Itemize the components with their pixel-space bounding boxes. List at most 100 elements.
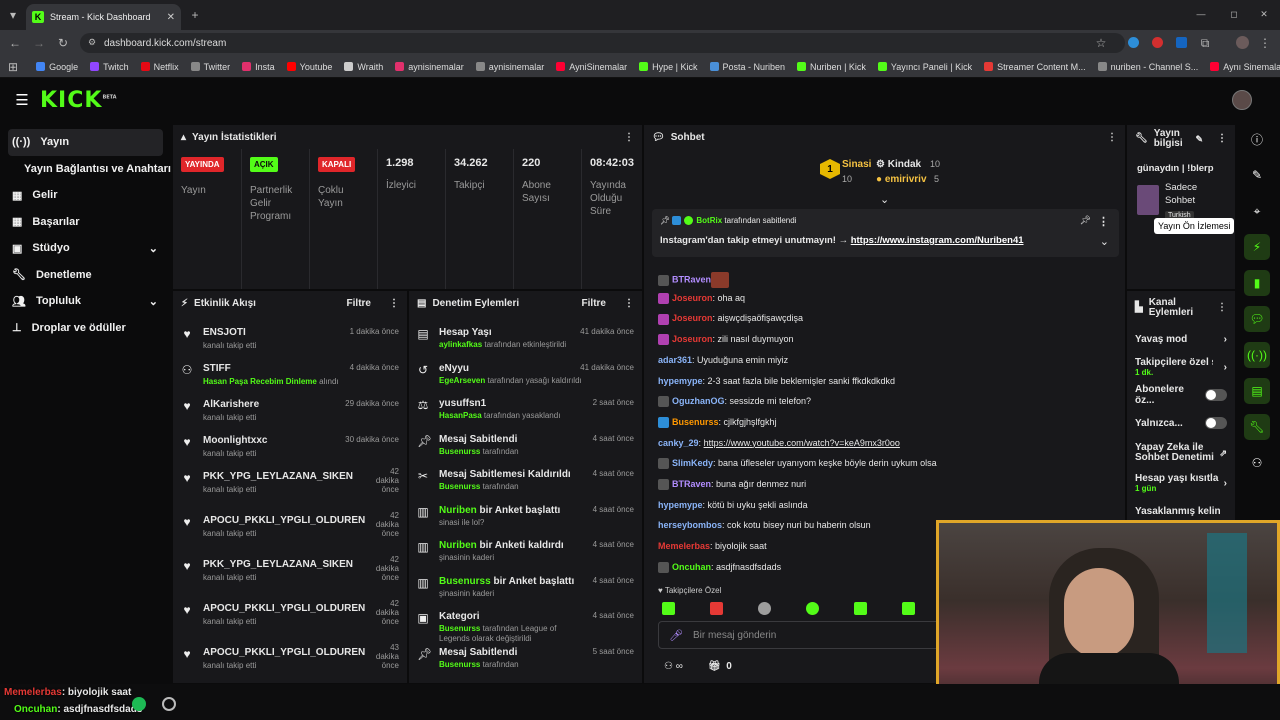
profile-avatar[interactable]	[1236, 36, 1249, 49]
mod-action-item[interactable]: ▤ Hesap Yaşı aylinkafkas tarafından etkinl…	[417, 327, 634, 350]
more-options-icon[interactable]: ⋮	[624, 298, 634, 309]
top-gifter-name[interactable]: Sinasi	[842, 159, 871, 170]
more-options-icon[interactable]: ⋮	[1217, 134, 1227, 144]
filter-button[interactable]: Filtre	[582, 298, 606, 309]
mod-action-item[interactable]: 📌︎ Mesaj Sabitlendi Busenurss tarafından 4 …	[417, 434, 634, 457]
bookmark-item[interactable]: Google	[36, 62, 78, 72]
sidebar-item-basarilar[interactable]: ▦ Başarılar	[0, 209, 172, 236]
minimize-icon[interactable]: —	[1195, 8, 1207, 20]
chat-username[interactable]: Oncuhan	[672, 562, 711, 572]
chat-username[interactable]: hypemype	[658, 500, 703, 510]
activity-item[interactable]: ♥ ENSJOTI kanalı takip etti 1 dakika önce	[181, 327, 399, 350]
chat-text[interactable]: https://www.youtube.com/watch?v=keA9mx3r…	[704, 438, 900, 448]
reload-icon[interactable]: ↻	[56, 36, 70, 50]
mod-action-item[interactable]: ▥ Busenurss bir Anket başlattı şinasinin k…	[417, 576, 634, 599]
chat-message[interactable]: hypemype: 2-3 saat fazla bile beklemişle…	[658, 376, 895, 386]
spotify-taskbar-icon[interactable]	[132, 697, 146, 711]
community-tile-icon[interactable]: ⚇	[1244, 450, 1270, 476]
microphone-icon[interactable]: 🎤︎	[669, 629, 683, 642]
followers-only-row[interactable]: Takipçilere özel s1 dk. ›	[1127, 353, 1235, 381]
mod-action-item[interactable]: ▣ Kategori Busenurss tarafından League of …	[417, 611, 634, 644]
forward-icon[interactable]: →	[32, 36, 46, 50]
more-options-icon[interactable]: ⋮	[624, 132, 634, 143]
sidebar-item-yayin[interactable]: ((·)) Yayın	[8, 129, 163, 156]
chat-username[interactable]: herseybombos	[658, 520, 722, 530]
top-gifter-name[interactable]: ● emirivriv	[876, 174, 927, 185]
emote-icon[interactable]	[854, 602, 867, 615]
account-age-row[interactable]: Hesap yaşı kısıtla 1 gün ›	[1127, 469, 1235, 497]
chat-message[interactable]: SlimKedy: bana üfleseler uyanıyom keşke …	[658, 458, 937, 470]
subscribers-only-toggle[interactable]	[1205, 389, 1227, 401]
mod-action-item[interactable]: ⚖ yusuffsn1 HasanPasa tarafından yasakland…	[417, 398, 634, 421]
bookmark-star-icon[interactable]: ☆	[1094, 36, 1108, 50]
new-tab-icon[interactable]: +	[188, 8, 202, 22]
site-info-icon[interactable]: ⚙	[86, 36, 98, 48]
settings-taskbar-icon[interactable]	[162, 697, 176, 711]
chat-gift-counter[interactable]: 🎁︎ 0	[708, 661, 732, 672]
bookmark-item[interactable]: Yayıncı Paneli | Kick	[877, 62, 972, 72]
mod-action-item[interactable]: ✂ Mesaj Sabitlemesi Kaldırıldı Busenurss t…	[417, 469, 634, 492]
chat-username[interactable]: BTRaven	[672, 274, 711, 284]
chat-message[interactable]: Joseuron: zili nasıl duymuyon	[658, 334, 794, 346]
pinned-link[interactable]: https://www.instagram.com/Nuriben41	[851, 235, 1024, 246]
bookmark-item[interactable]: Hype | Kick	[639, 62, 698, 72]
more-options-icon[interactable]: ⋮	[1217, 303, 1227, 313]
subscribers-only-row[interactable]: Abonelere öz...	[1127, 381, 1235, 409]
extensions-puzzle-icon[interactable]: ⧉	[1198, 36, 1212, 50]
stats-tile-icon[interactable]: ▮	[1244, 270, 1270, 296]
activity-item[interactable]: ⚇ STIFF Hasan Paşa Recebim Dinleme alındı 4…	[181, 363, 399, 386]
chat-message[interactable]: herseybombos: cok kotu bisey nuri bu hab…	[658, 520, 871, 530]
hamburger-menu-icon[interactable]: ☰	[14, 92, 30, 109]
edit-pencil-icon[interactable]: ✎	[1195, 134, 1203, 144]
tab-close-icon[interactable]: ✕	[167, 12, 175, 23]
sidebar-item-droplar[interactable]: ⊥ Droplar ve ödüller	[0, 315, 172, 342]
filter-button[interactable]: Filtre	[347, 298, 371, 309]
emotes-only-toggle[interactable]	[1205, 417, 1227, 429]
preview-icon[interactable]: ⌖	[1244, 198, 1270, 224]
emotes-only-row[interactable]: Yalnızca...	[1127, 409, 1235, 437]
tab-search-icon[interactable]: ▾	[6, 8, 20, 22]
browser-tab[interactable]: K Stream - Kick Dashboard ✕	[26, 4, 181, 30]
activity-item[interactable]: ♥ PKK_YPG_LEYLAZANA_SIKEN kanalı takip ett…	[181, 555, 399, 582]
mod-action-item[interactable]: ▥ Nuriben bir Anket başlattı sinasi ile lo…	[417, 505, 634, 528]
chat-message[interactable]: hypemype: kötü bi uyku şekli aslında	[658, 500, 808, 510]
chat-username[interactable]: Memelerbas	[658, 541, 710, 551]
chat-username[interactable]: SlimKedy	[672, 458, 713, 468]
activity-item[interactable]: ♥ APOCU_PKKLI_YPGLI_OLDUREN kanalı takip e…	[181, 643, 399, 670]
chat-message[interactable]: Joseuron: oha aq	[658, 293, 745, 304]
more-options-icon[interactable]: ⋮	[1107, 132, 1117, 143]
sidebar-item-gelir[interactable]: ▦ Gelir	[0, 182, 172, 209]
activity-item[interactable]: ♥ AlKarishere kanalı takip etti 29 dakika ö…	[181, 399, 399, 422]
expand-chevron-icon[interactable]: ⌄	[880, 193, 889, 206]
activity-item[interactable]: ♥ APOCU_PKKLI_YPGLI_OLDUREN kanalı takip e…	[181, 599, 399, 626]
chat-tile-icon[interactable]: 💬︎	[1244, 306, 1270, 332]
bookmark-item[interactable]: Nuriben | Kick	[797, 62, 866, 72]
mod-action-item[interactable]: ↺ eNyyu EgeArseven tarafından yasağı kaldı…	[417, 363, 634, 386]
more-options-icon[interactable]: ⋮	[389, 298, 399, 309]
chat-username[interactable]: OguzhanOG	[672, 396, 725, 406]
close-window-icon[interactable]: ✕	[1258, 8, 1270, 20]
chat-message[interactable]: BTRaven	[658, 272, 732, 288]
sidebar-item-stream-key[interactable]: Yayın Bağlantısı ve Anahtarı	[0, 156, 172, 183]
mod-tile-icon[interactable]: ▤	[1244, 378, 1270, 404]
quick-action-icon[interactable]: ⚡︎	[1244, 234, 1270, 260]
user-avatar[interactable]	[1232, 90, 1252, 110]
extension-icon[interactable]	[1128, 37, 1139, 48]
kick-logo[interactable]: KICKBETA	[40, 88, 117, 113]
broadcast-tile-icon[interactable]: ((·))	[1244, 342, 1270, 368]
top-gifter-name[interactable]: ⚙ Kindak	[876, 159, 921, 170]
bookmark-item[interactable]: AyniSinemalar	[556, 62, 627, 72]
sidebar-item-studyo[interactable]: ▣ Stüdyo ⌄	[0, 235, 172, 262]
chat-message[interactable]: Busenurss: cjlkfgjhşlfgkhj	[658, 417, 777, 429]
bookmark-item[interactable]: Posta - Nuriben	[709, 62, 785, 72]
back-icon[interactable]: ←	[8, 36, 22, 50]
bookmark-item[interactable]: nuriben - Channel S...	[1097, 62, 1198, 72]
slow-mode-row[interactable]: Yavaş mod ›	[1127, 325, 1235, 353]
chat-username[interactable]: BTRaven	[672, 479, 711, 489]
bookmark-item[interactable]: aynisinemalar	[475, 62, 544, 72]
bookmark-item[interactable]: Twitter	[190, 62, 230, 72]
bookmark-item[interactable]: Youtube	[286, 62, 332, 72]
bookmark-item[interactable]: Netflix	[140, 62, 179, 72]
chat-username[interactable]: adar361	[658, 355, 692, 365]
chat-message[interactable]: Joseuron: aişwçdişaöfişawçdişa	[658, 313, 803, 325]
